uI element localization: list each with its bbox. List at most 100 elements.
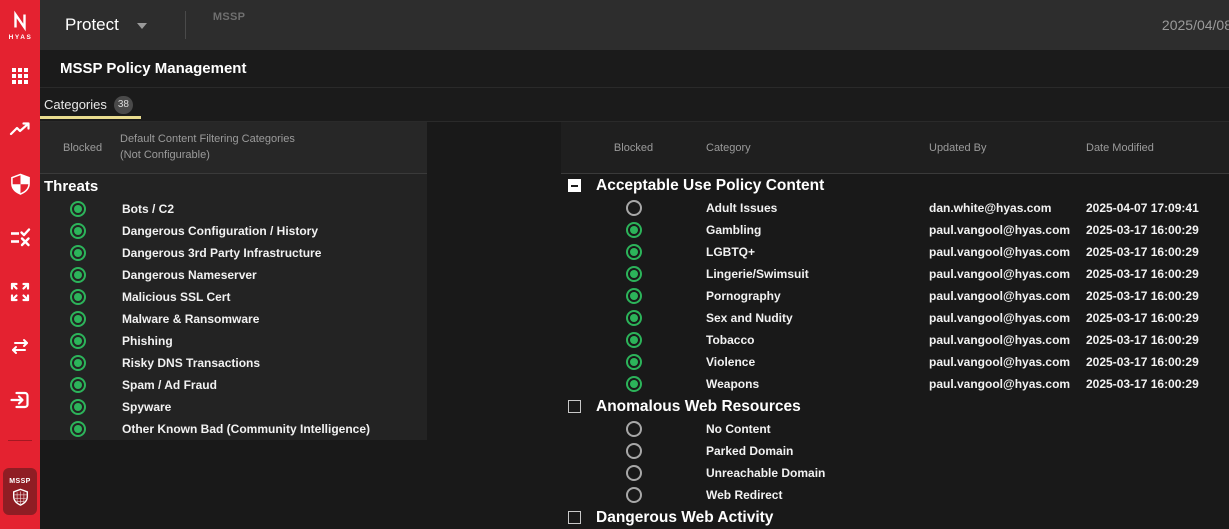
blocked-toggle[interactable] — [626, 244, 642, 260]
section-checkbox[interactable] — [568, 179, 581, 192]
policy-table-header: Blocked Category Updated By Date Modifie… — [561, 122, 1229, 174]
main-area: Protect MSSP 2025/04/08 MSSP Policy Mana… — [40, 0, 1229, 529]
blocked-toggle[interactable] — [70, 267, 86, 283]
date-modified-value: 2025-03-17 16:00:29 — [1086, 245, 1229, 259]
column-header-default-categories-line1: Default Content Filtering Categories — [120, 133, 295, 145]
blocked-toggle[interactable] — [626, 487, 642, 503]
category-label: Adult Issues — [706, 201, 929, 215]
sign-out-icon[interactable] — [9, 389, 31, 411]
blocked-toggle[interactable] — [626, 310, 642, 326]
category-label: LGBTQ+ — [706, 245, 929, 259]
section-checkbox[interactable] — [568, 400, 581, 413]
hyas-logo-icon — [9, 10, 31, 32]
threat-row: Phishing — [40, 330, 427, 352]
blocked-toggle[interactable] — [626, 354, 642, 370]
threat-row: Dangerous 3rd Party Infrastructure — [40, 242, 427, 264]
threat-category-label: Dangerous Nameserver — [122, 268, 257, 282]
blocked-toggle[interactable] — [70, 421, 86, 437]
mssp-badge-label: MSSP — [9, 478, 30, 485]
page-title: MSSP Policy Management — [60, 60, 246, 77]
apps-grid-icon[interactable] — [9, 65, 31, 87]
tab-categories[interactable]: Categories 38 — [40, 88, 141, 121]
policy-rules-icon[interactable] — [9, 227, 31, 249]
threat-category-label: Dangerous 3rd Party Infrastructure — [122, 246, 321, 260]
date-modified-value: 2025-03-17 16:00:29 — [1086, 289, 1229, 303]
tab-categories-count-badge: 38 — [114, 96, 133, 114]
mssp-shield-icon — [12, 488, 29, 506]
policy-row: Lingerie/Swimsuitpaul.vangool@hyas.com20… — [561, 263, 1229, 285]
blocked-toggle[interactable] — [70, 377, 86, 393]
threat-list: Bots / C2Dangerous Configuration / Histo… — [40, 198, 427, 440]
expand-icon[interactable] — [9, 281, 31, 303]
column-header-category: Category — [706, 142, 929, 154]
updated-by-value: dan.white@hyas.com — [929, 201, 1086, 215]
blocked-toggle[interactable] — [626, 376, 642, 392]
column-header-default-categories: Default Content Filtering Categories (No… — [120, 132, 295, 164]
mssp-account-badge[interactable]: MSSP — [3, 468, 37, 515]
category-label: Weapons — [706, 377, 929, 391]
column-header-default-categories-line2: (Not Configurable) — [120, 149, 210, 161]
updated-by-value: paul.vangool@hyas.com — [929, 333, 1086, 347]
topbar-divider — [185, 11, 186, 39]
blocked-toggle[interactable] — [626, 443, 642, 459]
product-name: Protect — [65, 15, 119, 35]
updated-by-value: paul.vangool@hyas.com — [929, 245, 1086, 259]
threat-row: Spyware — [40, 396, 427, 418]
blocked-toggle[interactable] — [626, 332, 642, 348]
blocked-toggle[interactable] — [70, 245, 86, 261]
category-label: Lingerie/Swimsuit — [706, 267, 929, 281]
category-label: No Content — [706, 422, 929, 436]
threat-row: Risky DNS Transactions — [40, 352, 427, 374]
category-section-header: Dangerous Web Activity — [561, 506, 1229, 528]
sidebar: HYAS — [0, 0, 40, 529]
threat-category-label: Phishing — [122, 334, 173, 348]
blocked-toggle[interactable] — [626, 266, 642, 282]
blocked-toggle[interactable] — [626, 465, 642, 481]
hyas-logo[interactable]: HYAS — [0, 0, 40, 50]
product-switcher[interactable]: Protect — [65, 15, 147, 35]
transfer-arrows-icon[interactable] — [9, 335, 31, 357]
policy-row: Pornographypaul.vangool@hyas.com2025-03-… — [561, 285, 1229, 307]
policy-row: Adult Issuesdan.white@hyas.com2025-04-07… — [561, 197, 1229, 219]
blocked-toggle[interactable] — [70, 333, 86, 349]
updated-by-value: paul.vangool@hyas.com — [929, 311, 1086, 325]
category-label: Pornography — [706, 289, 929, 303]
policy-categories-panel: Blocked Category Updated By Date Modifie… — [561, 122, 1229, 528]
blocked-toggle[interactable] — [70, 223, 86, 239]
blocked-toggle[interactable] — [626, 222, 642, 238]
policy-row: Parked Domain — [561, 440, 1229, 462]
threat-row: Bots / C2 — [40, 198, 427, 220]
policy-sections: Acceptable Use Policy Content Adult Issue… — [561, 174, 1229, 528]
blocked-toggle[interactable] — [70, 355, 86, 371]
threat-category-label: Risky DNS Transactions — [122, 356, 260, 370]
section-title: Acceptable Use Policy Content — [596, 177, 824, 195]
blocked-toggle[interactable] — [626, 421, 642, 437]
threat-category-label: Spyware — [122, 400, 171, 414]
date-modified-value: 2025-03-17 16:00:29 — [1086, 333, 1229, 347]
shield-icon[interactable] — [9, 173, 31, 195]
category-section-header: Acceptable Use Policy Content — [561, 174, 1229, 197]
date-modified-value: 2025-03-17 16:00:29 — [1086, 377, 1229, 391]
date-modified-value: 2025-03-17 16:00:29 — [1086, 311, 1229, 325]
activity-chart-icon[interactable] — [9, 119, 31, 141]
date-modified-value: 2025-03-17 16:00:29 — [1086, 355, 1229, 369]
category-section-header: Anomalous Web Resources — [561, 395, 1229, 418]
threat-category-label: Malware & Ransomware — [122, 312, 259, 326]
blocked-toggle[interactable] — [70, 311, 86, 327]
blocked-toggle[interactable] — [626, 288, 642, 304]
blocked-toggle[interactable] — [70, 289, 86, 305]
category-label: Violence — [706, 355, 929, 369]
policy-row: Unreachable Domain — [561, 462, 1229, 484]
threat-category-label: Bots / C2 — [122, 202, 174, 216]
sidebar-nav — [9, 65, 31, 411]
blocked-toggle[interactable] — [626, 200, 642, 216]
app-window: HYAS — [0, 0, 1229, 529]
threat-row: Malicious SSL Cert — [40, 286, 427, 308]
policy-row: Web Redirect — [561, 484, 1229, 506]
updated-by-value: paul.vangool@hyas.com — [929, 223, 1086, 237]
category-label: Parked Domain — [706, 444, 929, 458]
blocked-toggle[interactable] — [70, 399, 86, 415]
category-label: Unreachable Domain — [706, 466, 929, 480]
blocked-toggle[interactable] — [70, 201, 86, 217]
section-checkbox[interactable] — [568, 511, 581, 524]
